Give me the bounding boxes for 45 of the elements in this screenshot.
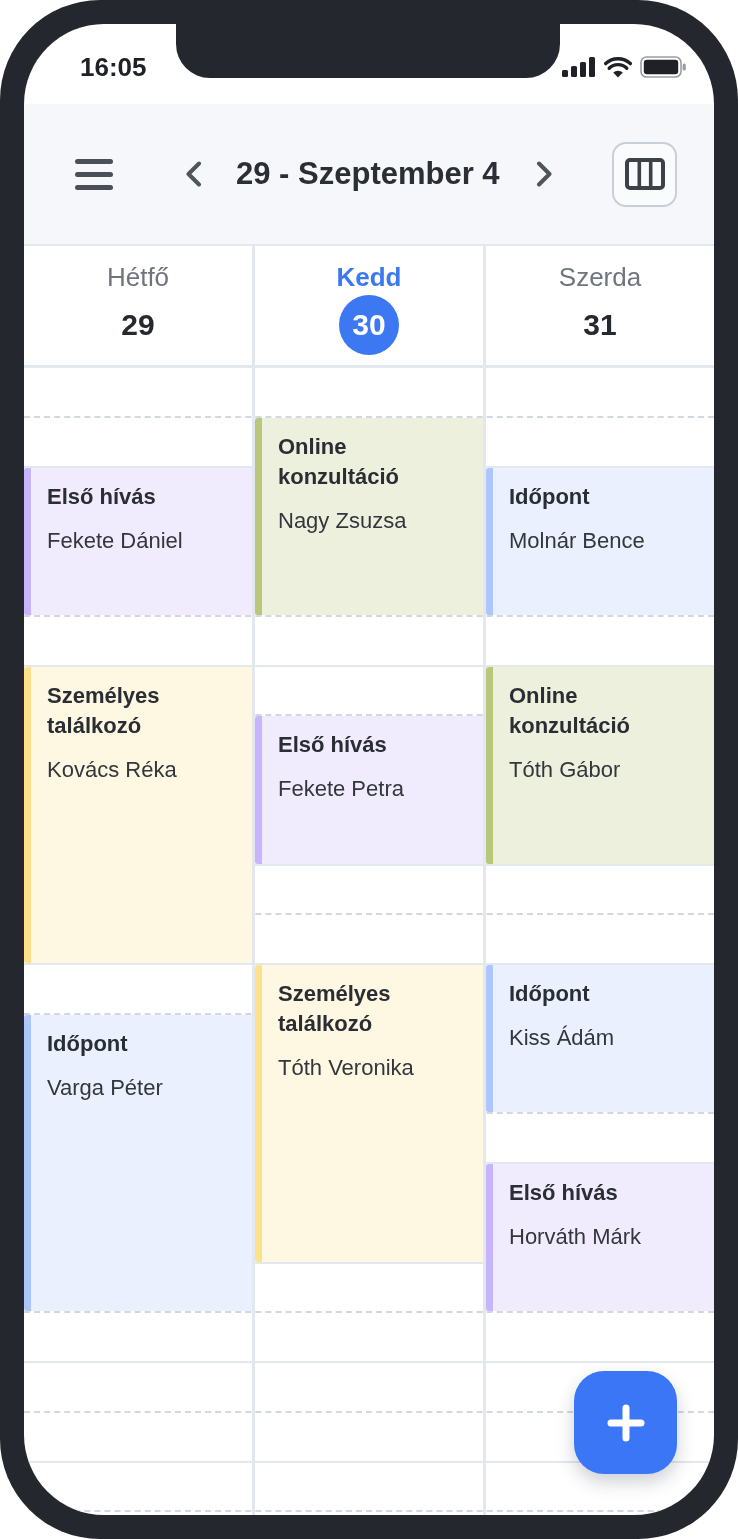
event-person: Nagy Zsuzsa — [278, 506, 408, 535]
event-person: Tóth Gábor — [509, 755, 622, 784]
event-card[interactable]: Személyes találkozó Kovács Réka — [24, 666, 252, 963]
event-title: Első hívás — [47, 482, 157, 511]
event-title: Első hívás — [509, 1179, 619, 1207]
menu-icon — [75, 158, 113, 190]
event-card[interactable]: Időpont Kiss Ádám — [486, 965, 714, 1113]
battery-icon — [640, 56, 686, 78]
event-person: Fekete Dániel — [47, 526, 184, 555]
event-card[interactable]: Személyes találkozó Tóth Veronika — [255, 965, 483, 1262]
event-person: Kovács Réka — [47, 755, 178, 784]
event-person: Tóth Veronika — [278, 1054, 415, 1082]
next-button[interactable] — [535, 161, 553, 187]
event-card[interactable]: Online konzultáció Tóth Gábor — [486, 666, 714, 864]
week-title: 29 - Szeptember 4 — [236, 155, 500, 193]
event-title: Online konzultáció — [509, 681, 631, 740]
event-person: Fekete Petra — [278, 775, 405, 804]
event-title: Személyes találkozó — [278, 980, 392, 1038]
view-toggle-button[interactable] — [612, 141, 677, 207]
menu-button[interactable] — [75, 158, 113, 190]
event-card[interactable]: Első hívás Horváth Márk — [486, 1164, 714, 1312]
add-button[interactable] — [574, 1371, 677, 1474]
event-card[interactable]: Időpont Molnár Bence — [486, 467, 714, 615]
previous-button[interactable] — [185, 161, 202, 187]
plus-icon — [606, 1403, 645, 1442]
signal-icon — [562, 57, 596, 77]
chevron-left-icon — [185, 161, 202, 187]
event-title: Első hívás — [278, 731, 388, 760]
wifi-icon — [604, 56, 632, 78]
event-title: Időpont — [509, 482, 591, 511]
columns-icon — [624, 158, 665, 190]
event-title: Személyes találkozó — [47, 681, 161, 740]
event-card[interactable]: Első hívás Fekete Petra — [255, 716, 483, 864]
event-title: Online konzultáció — [278, 432, 400, 491]
chevron-right-icon — [535, 161, 553, 187]
event-person: Horváth Márk — [509, 1223, 643, 1251]
event-title: Időpont — [47, 1029, 129, 1058]
event-card[interactable]: Első hívás Fekete Dániel — [24, 467, 252, 615]
event-card[interactable]: Időpont Varga Péter — [24, 1014, 252, 1312]
event-person: Kiss Ádám — [509, 1024, 616, 1052]
event-card[interactable]: Online konzultáció Nagy Zsuzsa — [255, 417, 483, 615]
event-person: Molnár Bence — [509, 526, 646, 555]
event-person: Varga Péter — [47, 1073, 164, 1102]
status-time: 16:05 — [80, 52, 147, 82]
event-title: Időpont — [509, 980, 591, 1008]
